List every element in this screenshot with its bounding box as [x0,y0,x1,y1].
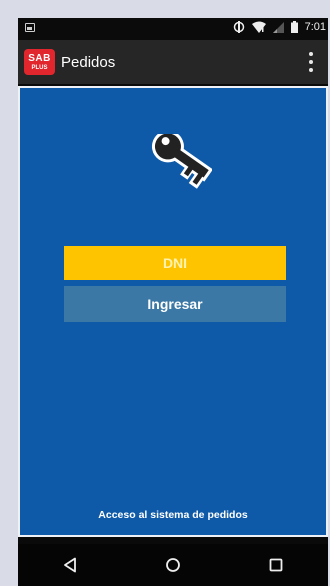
logo-text: SAB [28,53,51,64]
device-screen: 7:01 SAB PLUS Pedidos DNI Ingresar Acces… [18,18,328,586]
login-panel: DNI Ingresar Acceso al sistema de pedido… [18,86,328,537]
back-icon [63,557,76,573]
navigation-bar [18,544,328,586]
app-logo: SAB PLUS [24,49,55,75]
ingresar-button[interactable]: Ingresar [64,286,286,322]
footer-caption: Acceso al sistema de pedidos [98,509,248,521]
app-title: Pedidos [61,53,116,71]
signal-icon [272,21,284,33]
logo-subtext: PLUS [31,65,48,71]
status-bar: 7:01 [18,18,328,40]
data-icon [233,21,244,33]
dni-input[interactable]: DNI [64,246,286,280]
battery-icon [290,21,298,33]
key-icon [151,134,212,189]
status-time: 7:01 [304,21,326,33]
recents-button[interactable] [256,550,296,580]
wifi-icon [251,21,266,33]
back-button[interactable] [50,550,90,580]
recents-icon [269,558,283,572]
home-icon [166,558,180,572]
notification-icon [25,23,35,32]
overflow-menu-icon[interactable] [308,52,314,72]
app-bar: SAB PLUS Pedidos [18,40,328,84]
status-icons: 7:01 [233,21,326,33]
home-button[interactable] [153,550,193,580]
